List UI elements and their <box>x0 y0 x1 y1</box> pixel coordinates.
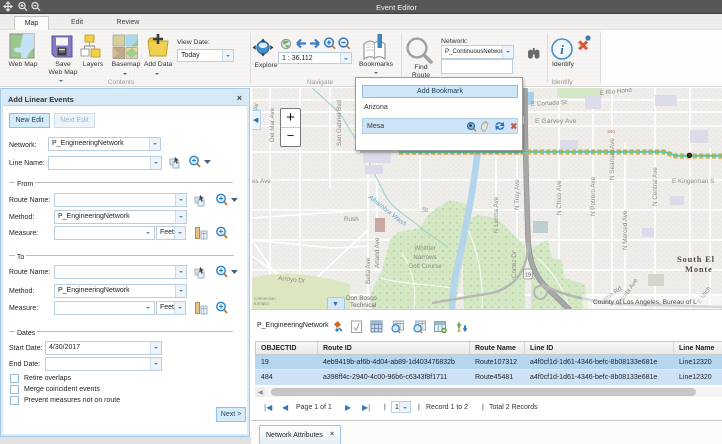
svg-text:Golf Course: Golf Course <box>408 263 442 270</box>
svg-text:County of Los Angeles, Bureau: County of Los Angeles, Bureau of L <box>593 299 697 306</box>
svg-text:San Gabriel Bvd: San Gabriel Bvd <box>336 100 343 146</box>
svg-text:Whittier: Whittier <box>414 245 435 252</box>
svg-text:Monte: Monte <box>685 264 713 274</box>
svg-text:N Lerma Ave: N Lerma Ave <box>493 196 500 233</box>
svg-text:Narrows: Narrows <box>413 254 436 261</box>
svg-text:Don Bosco: Don Bosco <box>346 295 377 302</box>
svg-text:Bella Ave: Bella Ave <box>365 257 372 284</box>
svg-text:N Potrero Ave: N Potrero Ave <box>590 176 597 216</box>
svg-text:Arland Ave: Arland Ave <box>374 237 381 268</box>
svg-text:Rush: Rush <box>344 216 359 223</box>
svg-text:N Troy Ave: N Troy Ave <box>514 179 521 210</box>
svg-text:Del Mar Ave: Del Mar Ave <box>269 107 276 142</box>
svg-text:N Chico Ave: N Chico Ave <box>556 180 563 215</box>
svg-text:St: St <box>422 207 428 214</box>
svg-text:South El: South El <box>677 254 715 264</box>
svg-text:N Central Ave: N Central Ave <box>652 167 659 206</box>
svg-text:Cortez Dr: Cortez Dr <box>511 251 518 278</box>
svg-text:i: i <box>560 42 564 57</box>
svg-text:turnatio: turnatio <box>254 301 270 306</box>
svg-text:E Kingerman S: E Kingerman S <box>672 178 714 185</box>
svg-text:340: 340 <box>607 129 615 135</box>
svg-text:es Ave: es Ave <box>252 178 271 185</box>
svg-text:E Garvey Ave: E Garvey Ave <box>535 118 577 125</box>
svg-text:N Merced Ave: N Merced Ave <box>622 210 629 250</box>
svg-text:Technical: Technical <box>350 302 376 309</box>
svg-text:19: 19 <box>525 273 531 279</box>
svg-text:N Seaman Ave: N Seaman Ave <box>609 138 616 180</box>
